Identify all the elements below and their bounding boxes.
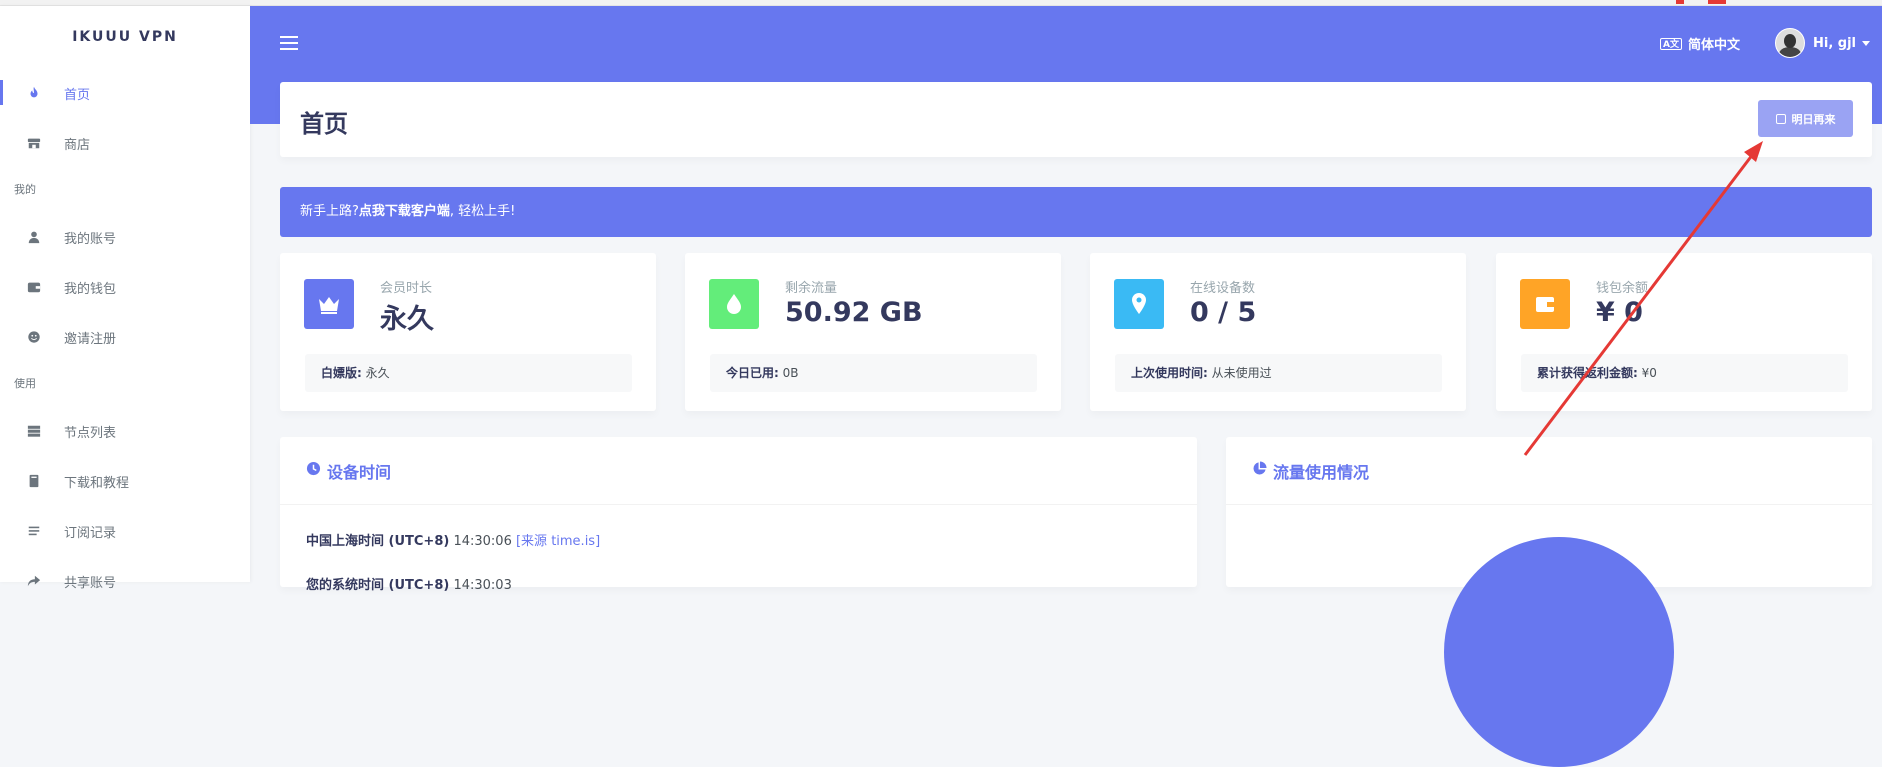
sidebar-item-shared-accounts[interactable]: 共享账号: [0, 556, 250, 606]
stat-value: 0 / 5: [1190, 297, 1257, 328]
stat-footer-label: 白嫖版:: [321, 366, 362, 380]
language-label: 简体中文: [1687, 38, 1740, 53]
alert-suffix: , 轻松上手!: [449, 204, 516, 219]
stat-card-wallet: 钱包余额 ¥ 0 累计获得返利金额: ¥0: [1496, 253, 1872, 411]
stat-label: 在线设备数: [1190, 281, 1256, 296]
shanghai-time-line: 中国上海时间 (UTC+8) 14:30:06 [来源 time.is]: [306, 530, 600, 549]
sidebar-item-downloads[interactable]: 下载和教程: [0, 456, 250, 506]
crown-icon: [304, 279, 354, 329]
server-icon: [26, 423, 42, 439]
sidebar-item-label: 下载和教程: [64, 475, 130, 491]
device-time-panel: 设备时间 中国上海时间 (UTC+8) 14:30:06 [来源 time.is…: [280, 437, 1197, 593]
system-time-label: 您的系统时间 (UTC+8): [306, 578, 450, 593]
sidebar-item-nodes[interactable]: 节点列表: [0, 406, 250, 456]
checkin-button[interactable]: 明日再来: [1758, 100, 1853, 137]
stat-label: 剩余流量: [785, 281, 838, 296]
stat-footer-value: 0B: [782, 366, 799, 380]
sidebar: IKUUU VPN 首页 商店 我的 我的账号 我的钱包 邀请注册 使用 节点列…: [0, 6, 250, 591]
sidebar-item-label: 首页: [64, 87, 91, 103]
map-marker-icon: [1114, 279, 1164, 329]
sidebar-item-label: 邀请注册: [64, 331, 117, 347]
clock-icon: [306, 461, 321, 476]
stat-footer-label: 今日已用:: [726, 366, 779, 380]
user-icon: [26, 229, 42, 245]
shanghai-time-value: 14:30:06: [453, 534, 512, 549]
droplet-icon: [709, 279, 759, 329]
page-title: 首页: [300, 110, 348, 138]
alert-prefix: 新手上路?: [300, 204, 359, 219]
stat-footer: 累计获得返利金额: ¥0: [1521, 354, 1848, 392]
browser-indicator: [1708, 0, 1726, 4]
book-icon: [26, 473, 42, 489]
wallet-icon: [26, 279, 42, 295]
wallet-icon: [1520, 279, 1570, 329]
page-header: 首页 明日再来: [280, 82, 1872, 157]
stat-label: 会员时长: [380, 281, 433, 296]
panel-title: 设备时间: [327, 463, 392, 482]
avatar: [1775, 28, 1805, 58]
sidebar-item-label: 订阅记录: [64, 525, 117, 541]
caret-down-icon: [1862, 40, 1871, 46]
stat-card-traffic: 剩余流量 50.92 GB 今日已用: 0B: [685, 253, 1061, 411]
sidebar-item-label: 我的钱包: [64, 281, 117, 297]
hamburger-menu-icon[interactable]: [280, 36, 298, 50]
stat-footer-value: 永久: [365, 366, 390, 380]
system-time-line: 您的系统时间 (UTC+8) 14:30:03: [306, 574, 512, 593]
user-dropdown[interactable]: Hi, gjl: [1775, 28, 1871, 58]
browser-indicator: [1676, 0, 1684, 4]
stat-footer: 上次使用时间: 从未使用过: [1115, 354, 1442, 392]
fire-icon: [26, 85, 42, 101]
panel-header: 流量使用情况: [1226, 437, 1872, 505]
list-icon: [26, 523, 42, 539]
stat-footer: 今日已用: 0B: [710, 354, 1037, 392]
sidebar-item-label: 商店: [64, 137, 91, 153]
sidebar-item-wallet[interactable]: 我的钱包: [0, 262, 250, 312]
download-client-link[interactable]: 点我下载客户端: [359, 204, 450, 219]
brand-logo[interactable]: IKUUU VPN: [0, 6, 250, 68]
sidebar-section-header: 使用: [14, 377, 36, 390]
sidebar-item-store[interactable]: 商店: [0, 118, 250, 168]
stat-value: 永久: [380, 304, 434, 335]
traffic-pie-chart: [1444, 537, 1674, 767]
panel-header: 设备时间: [280, 437, 1197, 505]
checkin-label: 明日再来: [1791, 112, 1836, 126]
user-greeting: Hi, gjl: [1813, 35, 1857, 51]
sidebar-item-label: 我的账号: [64, 231, 117, 247]
stat-footer-label: 累计获得返利金额:: [1537, 366, 1638, 380]
system-time-value: 14:30:03: [453, 578, 512, 593]
store-icon: [26, 135, 42, 151]
panel-title: 流量使用情况: [1273, 463, 1370, 482]
stat-footer-value: 从未使用过: [1211, 366, 1272, 380]
stat-card-membership: 会员时长 永久 白嫖版: 永久: [280, 253, 656, 411]
pie-chart-icon: [1253, 461, 1267, 475]
stat-label: 钱包余额: [1596, 281, 1649, 296]
sidebar-item-subscriptions[interactable]: 订阅记录: [0, 506, 250, 556]
sidebar-item-account[interactable]: 我的账号: [0, 212, 250, 262]
language-selector[interactable]: A文 简体中文: [1660, 34, 1740, 53]
stat-card-devices: 在线设备数 0 / 5 上次使用时间: 从未使用过: [1090, 253, 1466, 411]
stat-footer-value: ¥0: [1641, 366, 1657, 380]
sidebar-item-label: 共享账号: [64, 575, 117, 591]
client-download-alert: 新手上路?点我下载客户端, 轻松上手!: [280, 187, 1872, 237]
smile-icon: [26, 329, 42, 345]
stat-value: ¥ 0: [1596, 297, 1643, 328]
share-icon: [26, 573, 42, 589]
stat-footer: 白嫖版: 永久: [305, 354, 632, 392]
calendar-check-icon: [1775, 113, 1786, 124]
shanghai-time-label: 中国上海时间 (UTC+8): [306, 534, 450, 549]
stat-footer-label: 上次使用时间:: [1131, 366, 1208, 380]
sidebar-item-home[interactable]: 首页: [0, 68, 250, 118]
sidebar-section-header: 我的: [14, 183, 36, 196]
sidebar-item-invite[interactable]: 邀请注册: [0, 312, 250, 362]
sidebar-item-label: 节点列表: [64, 425, 117, 441]
time-source-link[interactable]: [来源 time.is]: [516, 534, 600, 549]
translate-icon: A文: [1660, 37, 1682, 50]
stat-value: 50.92 GB: [785, 297, 923, 328]
